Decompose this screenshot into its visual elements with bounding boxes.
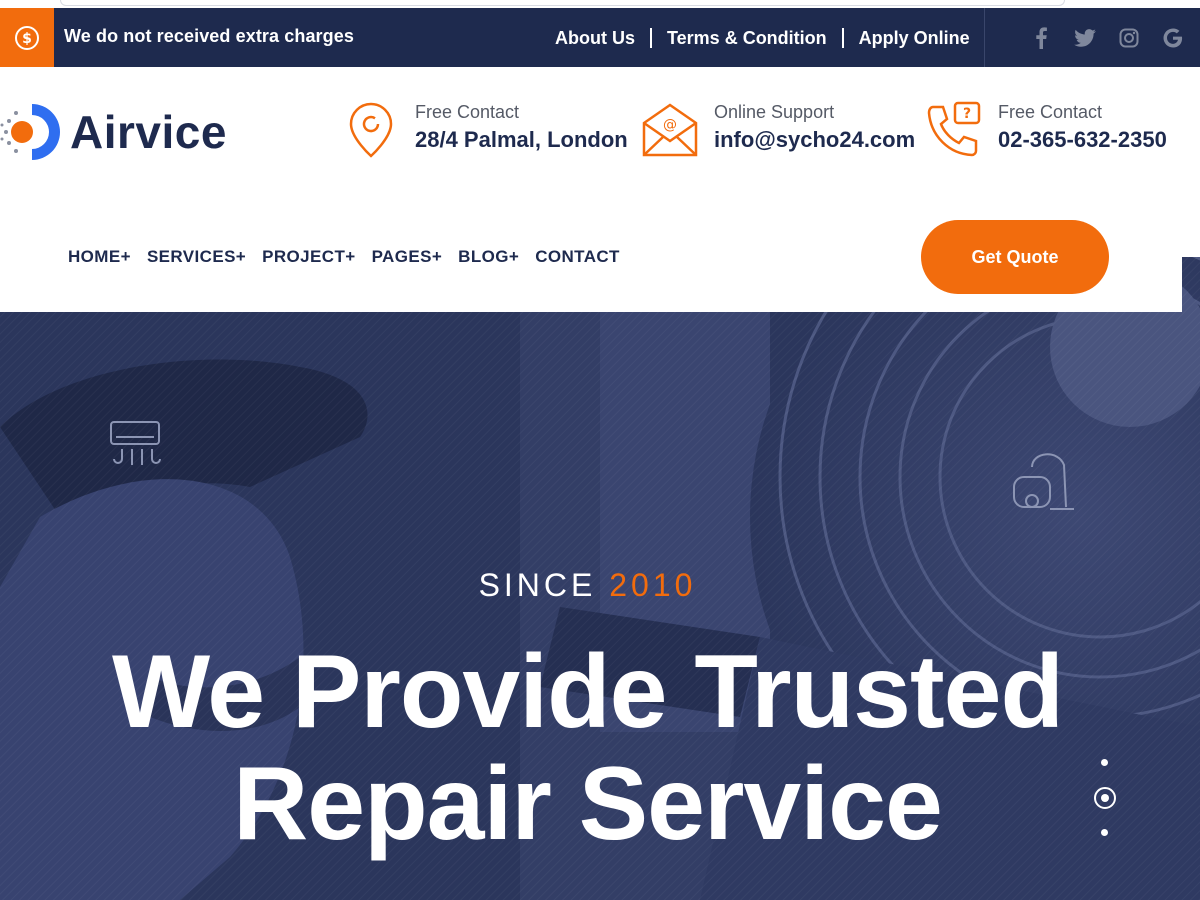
nav-item-home[interactable]: HOME+: [68, 247, 131, 267]
since-word: SINCE: [478, 567, 597, 603]
since-label: SINCE 2010: [0, 567, 1175, 604]
slider-dot[interactable]: [1101, 829, 1108, 836]
headline-line-2: Repair Service: [233, 746, 943, 862]
topbar-divider: [984, 8, 985, 67]
nav-menu: HOME+ SERVICES+ PROJECT+ PAGES+ BLOG+ CO…: [68, 201, 620, 312]
contact-label: Free Contact: [998, 102, 1103, 122]
email-icon: @: [640, 99, 700, 161]
site-header: Airvice Free Contact 28/4 Palmal, London…: [0, 67, 1200, 201]
logo-mark: [0, 97, 60, 167]
headline-line-1: We Provide Trusted: [111, 634, 1064, 750]
contact-value[interactable]: 02-365-632-2350: [998, 127, 1167, 153]
contact-label: Online Support: [714, 102, 835, 122]
location-pin-icon: [341, 99, 401, 161]
contact-value: 28/4 Palmal, London: [415, 127, 628, 152]
top-notice: We do not received extra charges: [64, 26, 354, 46]
instagram-icon[interactable]: [1118, 27, 1140, 49]
hero-headline: We Provide Trusted Repair Service: [0, 636, 1175, 860]
nav-item-project[interactable]: PROJECT+: [262, 247, 355, 267]
facebook-icon[interactable]: [1030, 26, 1052, 49]
svg-text:$: $: [22, 31, 32, 47]
contact-value[interactable]: info@sycho24.com: [714, 127, 915, 153]
svg-text:?: ?: [963, 106, 971, 122]
dollar-icon: $: [15, 25, 39, 50]
nav-item-services[interactable]: SERVICES+: [147, 247, 246, 267]
brand-logo[interactable]: Airvice: [0, 97, 227, 167]
contact-label: Free Contact: [415, 102, 520, 122]
apply-online-link[interactable]: Apply Online: [844, 27, 985, 49]
browser-top-strip: [0, 0, 1200, 8]
slider-dot-active[interactable]: [1094, 787, 1116, 809]
top-links: About Us Terms & Condition Apply Online: [540, 8, 985, 67]
contact-phone: ? Free Contact 02-365-632-2350: [924, 99, 1167, 161]
slider-dots: [1093, 758, 1117, 838]
contact-address: Free Contact 28/4 Palmal, London: [341, 99, 628, 161]
nav-item-contact[interactable]: CONTACT: [535, 247, 620, 267]
svg-text:@: @: [663, 117, 677, 133]
about-us-link[interactable]: About Us: [540, 27, 650, 49]
social-links: [1030, 8, 1184, 67]
phone-icon: ?: [924, 99, 984, 161]
nav-item-pages[interactable]: PAGES+: [372, 247, 443, 267]
nav-item-blog[interactable]: BLOG+: [458, 247, 519, 267]
dollar-badge: $: [0, 8, 54, 67]
top-bar: $ We do not received extra charges About…: [0, 8, 1200, 67]
google-icon[interactable]: [1162, 27, 1184, 49]
brand-name: Airvice: [70, 106, 227, 158]
browser-tab-edge: [60, 0, 1065, 6]
slider-dot[interactable]: [1101, 759, 1108, 766]
since-year: 2010: [609, 567, 697, 603]
get-quote-button[interactable]: Get Quote: [921, 220, 1109, 294]
terms-link[interactable]: Terms & Condition: [652, 27, 842, 49]
twitter-icon[interactable]: [1074, 27, 1096, 49]
main-nav: HOME+ SERVICES+ PROJECT+ PAGES+ BLOG+ CO…: [0, 201, 1182, 312]
contact-email: @ Online Support info@sycho24.com: [640, 99, 915, 161]
